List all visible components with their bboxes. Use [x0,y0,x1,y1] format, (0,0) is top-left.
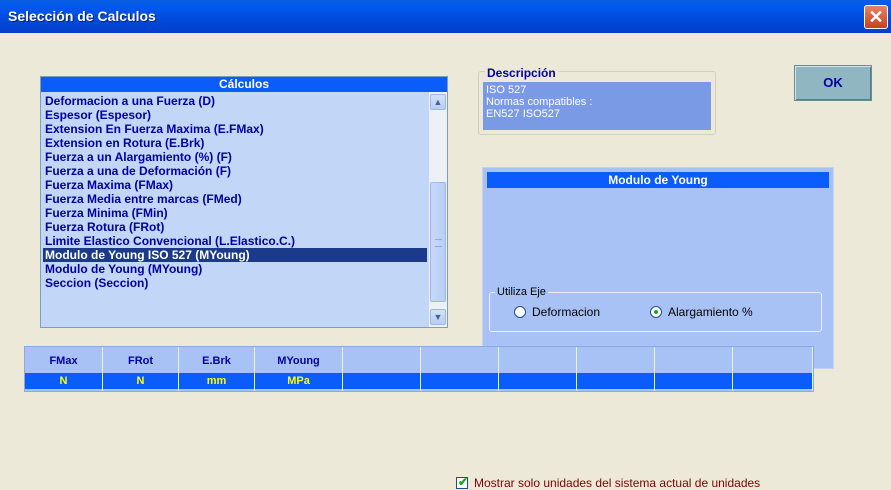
units-column[interactable]: E.Brk mm [179,347,255,391]
units-column[interactable] [421,347,499,391]
units-column-unit [499,373,576,389]
chevron-down-icon: ▼ [433,312,443,322]
deformacion-radio[interactable] [514,306,526,318]
list-item[interactable]: Fuerza Minima (FMin) [43,206,427,220]
units-column-header: MYoung [277,355,320,367]
ok-button[interactable]: OK [794,65,872,101]
descripcion-line: ISO 527 [486,84,527,96]
alargamiento-radio[interactable] [650,306,662,318]
calculos-header: Cálculos [41,77,447,92]
close-icon: ✕ [868,7,884,27]
list-item[interactable]: Seccion (Seccion) [43,276,427,290]
deformacion-radio-label[interactable]: Deformacion [532,305,600,319]
list-item[interactable]: Fuerza Media entre marcas (FMed) [43,192,427,206]
descripcion-text: ISO 527 Normas compatibles : EN527 ISO52… [483,82,711,130]
units-column-unit: MPa [287,375,310,387]
checkmark-icon: ✔ [458,475,469,489]
list-item[interactable]: Deformacion a una Fuerza (D) [43,94,427,108]
mostrar-unidades-label[interactable]: Mostrar solo unidades del sistema actual… [474,476,760,490]
list-item[interactable]: Extension En Fuerza Maxima (E.FMax) [43,122,427,136]
units-column-header: FMax [49,355,78,367]
units-column[interactable] [499,347,577,391]
window-title: Selección de Calculos [8,8,156,24]
list-item[interactable]: Fuerza Maxima (FMax) [43,178,427,192]
scroll-up-button[interactable]: ▲ [430,94,446,110]
list-scrollbar[interactable]: ▲ ▼ [429,92,447,327]
units-column[interactable] [733,347,813,391]
chevron-up-icon: ▲ [433,97,443,107]
list-item[interactable]: Espesor (Espesor) [43,108,427,122]
utiliza-eje-label: Utiliza Eje [495,286,548,298]
units-column[interactable] [343,347,421,391]
scroll-thumb[interactable] [430,182,446,302]
units-column-unit: N [136,375,145,387]
units-column-header: E.Brk [202,355,231,367]
units-column-unit: N [59,375,68,387]
units-column[interactable] [577,347,655,391]
client-area: Cálculos Deformacion a una Fuerza (D) Es… [4,33,887,490]
list-item[interactable]: Limite Elastico Convencional (L.Elastico… [43,234,427,248]
units-column-unit [343,373,420,389]
descripcion-line: Normas compatibles : [486,96,593,108]
descripcion-line: EN527 ISO527 [486,108,560,120]
modulo-young-panel: Modulo de Young Utiliza Eje Deformacion … [482,167,834,369]
grip-icon [435,239,442,247]
list-item[interactable]: Fuerza a una de Deformación (F) [43,164,427,178]
title-bar[interactable]: Selección de Calculos ✕ [0,0,891,33]
list-item-selected[interactable]: Modulo de Young ISO 527 (MYoung) [43,248,427,262]
units-column-unit [733,373,812,389]
young-panel-header: Modulo de Young [487,172,829,188]
dialog-window: Selección de Calculos ✕ Cálculos Deforma… [0,0,891,490]
units-column-unit [655,373,732,389]
units-column[interactable]: MYoung MPa [255,347,343,391]
alargamiento-radio-label[interactable]: Alargamiento % [668,305,753,319]
utiliza-eje-group: Utiliza Eje Deformacion Alargamiento % [489,286,822,332]
units-column-header: FRot [127,355,154,367]
list-item[interactable]: Fuerza a un Alargamiento (%) (F) [43,150,427,164]
units-column-unit: mm [206,375,227,387]
list-item[interactable]: Fuerza Rotura (FRot) [43,220,427,234]
list-item[interactable]: Modulo de Young (MYoung) [43,262,427,276]
units-column-unit [577,373,654,389]
scroll-down-button[interactable]: ▼ [430,309,446,325]
mostrar-unidades-checkbox[interactable]: ✔ [456,475,469,489]
list-item[interactable]: Extension en Rotura (E.Brk) [43,136,427,150]
units-column[interactable]: FRot N [103,347,179,391]
descripcion-group: Descripción ISO 527 Normas compatibles :… [478,66,716,135]
units-column[interactable] [655,347,733,391]
close-button[interactable]: ✕ [864,5,888,29]
units-column[interactable]: FMax N [25,347,103,391]
descripcion-label: Descripción [485,66,558,80]
units-column-unit [421,373,498,389]
calculos-listbox[interactable]: Cálculos Deformacion a una Fuerza (D) Es… [40,76,448,328]
calculos-list[interactable]: Deformacion a una Fuerza (D) Espesor (Es… [41,92,429,327]
units-table[interactable]: FMax N FRot N E.Brk mm MYoung MPa [24,346,814,392]
